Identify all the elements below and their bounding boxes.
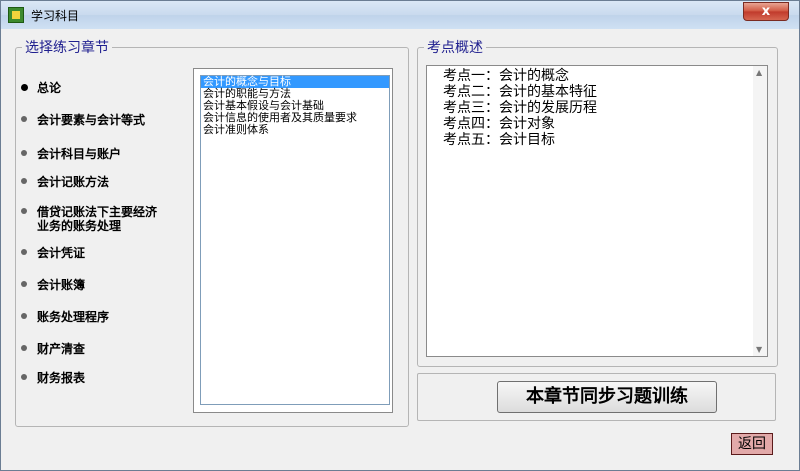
chapter-radio-label: 财产清查: [37, 342, 86, 356]
app-window: 学习科目 x 选择练习章节 总论会计要素与会计等式 会计科目与账户 会计记账方法借贷…: [0, 0, 800, 471]
section-listbox[interactable]: 会计的概念与目标 会计的职能与方法 会计基本假设与会计基础 会计信息的使用者及其质量要…: [200, 75, 390, 405]
chapter-radio-label: 会计凭证: [37, 246, 86, 260]
chapter-practice-button[interactable]: 本章节同步习题训练: [497, 381, 717, 413]
chapter-radio-label: 会计科目与账户: [37, 147, 122, 161]
overview-line: 考点二：会计的基本特征: [443, 84, 597, 100]
overview-line: 考点四：会计对象: [443, 116, 555, 132]
overview-line: 考点三：会计的发展历程: [443, 100, 597, 116]
scroll-down-arrow-icon[interactable]: ▼: [756, 345, 762, 354]
chapter-select-legend: 选择练习章节: [25, 40, 109, 56]
section-list-item[interactable]: 会计准则体系: [201, 124, 389, 136]
chapter-radio-label: 会计账簿: [37, 278, 86, 292]
radio-unchecked-icon: [21, 374, 27, 380]
chapter-radio-label: 借贷记账法下主要经济业务的账务处理: [37, 205, 158, 233]
chapter-radio-label: 财务报表: [37, 371, 86, 385]
return-button[interactable]: 返回: [731, 433, 773, 455]
overview-textbox[interactable]: 考点一：会计的概念 考点二：会计的基本特征 考点三：会计的发展历程 考点四：会计对象考…: [426, 65, 768, 357]
client-area: 选择练习章节 总论会计要素与会计等式 会计科目与账户 会计记账方法借贷记账法下主要经…: [7, 30, 793, 464]
title-bar[interactable]: 学习科目 x: [1, 1, 799, 29]
overview-legend: 考点概述: [427, 40, 483, 56]
app-icon: [8, 7, 24, 23]
chapter-radio-label: 总论: [37, 81, 62, 95]
radio-checked-icon: [21, 84, 28, 91]
overview-scrollbar[interactable]: ▲ ▼: [753, 66, 767, 356]
radio-unchecked-icon: [21, 116, 27, 122]
radio-unchecked-icon: [21, 281, 27, 287]
close-button[interactable]: x: [743, 2, 789, 21]
chapter-radio-label: 账务处理程序: [37, 310, 110, 324]
window-title: 学习科目: [31, 9, 80, 23]
radio-unchecked-icon: [21, 345, 27, 351]
radio-unchecked-icon: [21, 208, 27, 214]
scroll-up-arrow-icon[interactable]: ▲: [756, 68, 762, 77]
radio-unchecked-icon: [21, 150, 27, 156]
radio-unchecked-icon: [21, 313, 27, 319]
chapter-radio-label: 会计记账方法: [37, 175, 110, 189]
section-list-panel: 会计的概念与目标 会计的职能与方法 会计基本假设与会计基础 会计信息的使用者及其质量要…: [193, 68, 393, 413]
overview-line: 考点一：会计的概念: [443, 68, 569, 84]
chapter-radio-label: 会计要素与会计等式: [37, 113, 146, 127]
radio-unchecked-icon: [21, 249, 27, 255]
radio-unchecked-icon: [21, 178, 27, 184]
overview-line: 考点五：会计目标: [443, 132, 555, 148]
